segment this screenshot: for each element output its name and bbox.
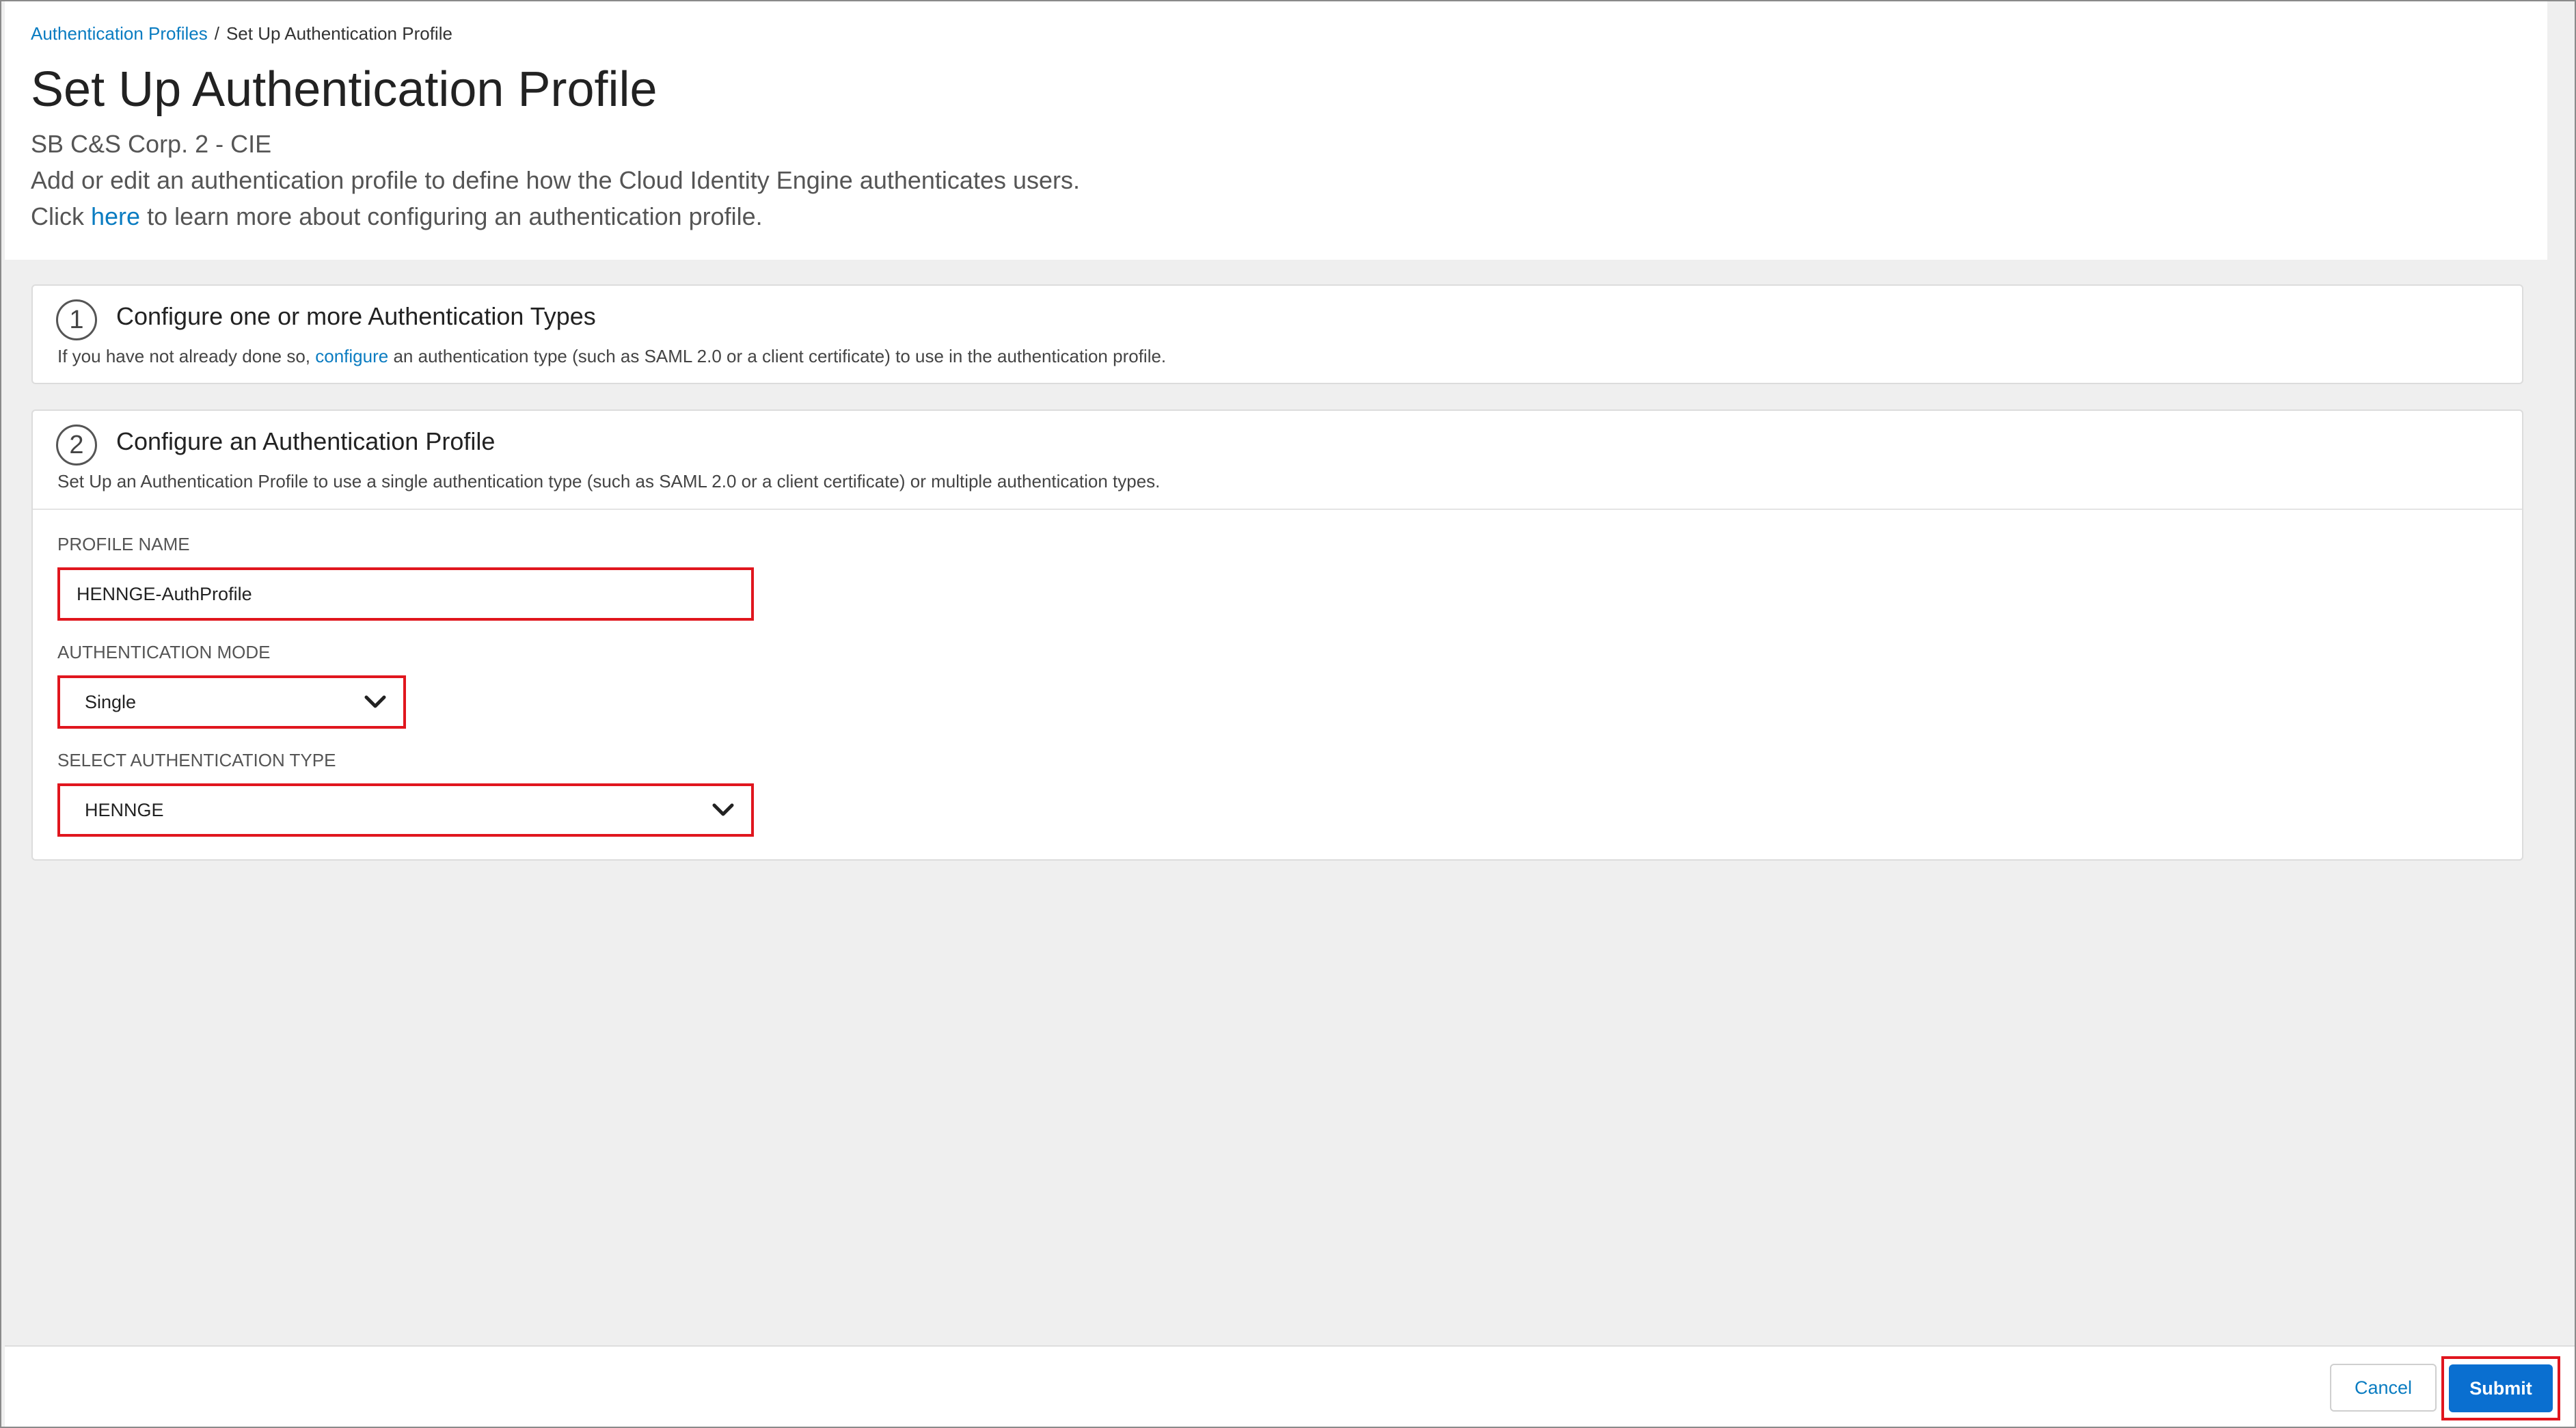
- submit-button[interactable]: Submit: [2449, 1364, 2553, 1412]
- app-frame: Authentication Profiles / Set Up Authentic…: [0, 0, 2576, 1428]
- profile-name-value: HENNGE-AuthProfile: [77, 583, 252, 604]
- configure-link[interactable]: configure: [315, 346, 388, 366]
- page-title: Set Up Authentication Profile: [31, 62, 657, 117]
- authentication-type-value: HENNGE: [85, 799, 164, 820]
- authentication-mode-value: Single: [85, 691, 137, 712]
- page-description: Add or edit an authentication profile to…: [31, 166, 1081, 194]
- breadcrumb: Authentication Profiles / Set Up Authentic…: [31, 23, 452, 44]
- authentication-mode-label: AUTHENTICATION MODE: [57, 642, 271, 662]
- breadcrumb-link-authentication-profiles[interactable]: Authentication Profiles: [31, 23, 208, 44]
- authentication-mode-select[interactable]: Single: [57, 675, 406, 729]
- chevron-down-icon: [712, 803, 734, 816]
- action-footer: Cancel Submit: [5, 1345, 2575, 1427]
- step2-number-badge: 2: [56, 425, 97, 466]
- authentication-type-select[interactable]: HENNGE: [57, 783, 754, 837]
- section-divider: [33, 509, 2522, 510]
- learn-more-prefix: Click: [31, 202, 84, 230]
- chevron-down-icon: [364, 695, 386, 708]
- cancel-button[interactable]: Cancel: [2330, 1364, 2437, 1412]
- profile-name-label: PROFILE NAME: [57, 534, 190, 554]
- breadcrumb-separator: /: [214, 23, 219, 44]
- step2-title: Configure an Authentication Profile: [116, 427, 496, 455]
- step1-desc-suffix: an authentication type (such as SAML 2.0…: [393, 346, 1167, 366]
- step1-desc-prefix: If you have not already done so,: [57, 346, 311, 366]
- step2-card: 2 Configure an Authentication Profile Se…: [31, 409, 2523, 861]
- learn-more-link[interactable]: here: [91, 202, 140, 230]
- step1-description: If you have not already done so, configu…: [57, 346, 1166, 367]
- step1-card: 1 Configure one or more Authentication T…: [31, 284, 2523, 384]
- authentication-type-label: SELECT AUTHENTICATION TYPE: [57, 750, 336, 770]
- step1-title: Configure one or more Authentication Typ…: [116, 302, 596, 330]
- page-header: Authentication Profiles / Set Up Authentic…: [5, 1, 2547, 260]
- learn-more-suffix: to learn more about configuring an authe…: [147, 202, 763, 230]
- step2-description: Set Up an Authentication Profile to use …: [57, 471, 1161, 491]
- breadcrumb-current: Set Up Authentication Profile: [226, 23, 452, 44]
- learn-more-text: Click here to learn more about configuri…: [31, 202, 763, 231]
- profile-name-input[interactable]: HENNGE-AuthProfile: [57, 567, 754, 621]
- step1-number-badge: 1: [56, 299, 97, 340]
- tenant-subtitle: SB C&S Corp. 2 - CIE: [31, 130, 272, 158]
